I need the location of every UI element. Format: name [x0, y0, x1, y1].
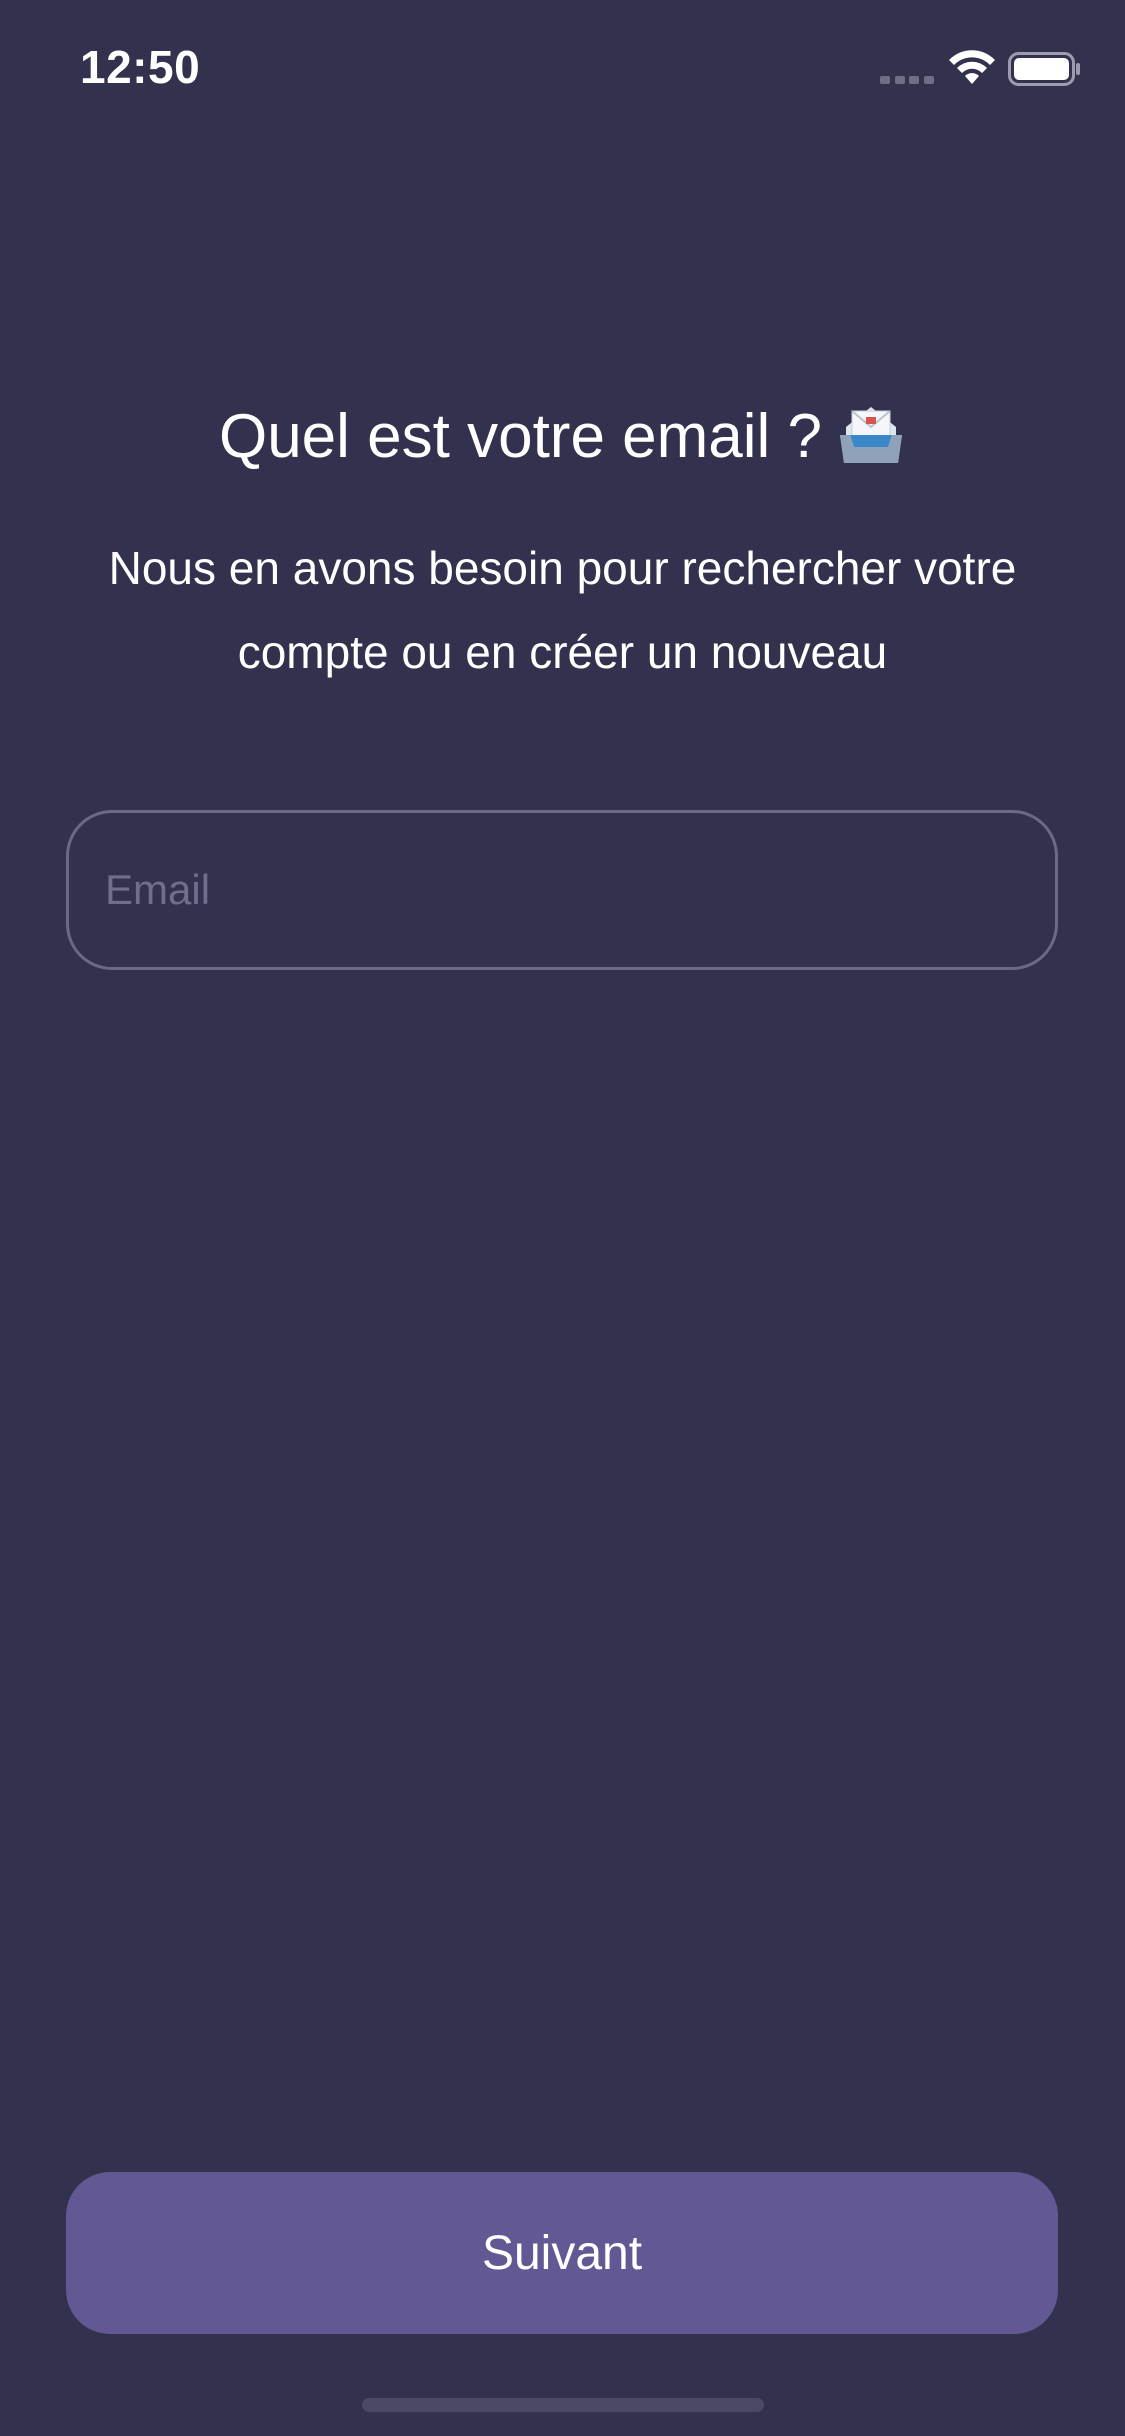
status-bar-time: 12:50 — [80, 41, 201, 93]
page-title-text: Quel est votre email ? — [218, 402, 823, 471]
next-button[interactable]: Suivant — [66, 2172, 1058, 2334]
battery-icon — [1008, 52, 1080, 86]
wifi-icon — [949, 50, 995, 84]
email-onboarding-screen: 12:50 Quel est votre email ? Nous en avo… — [0, 0, 1125, 2436]
page-subtitle: Nous en avons besoin pour rechercher vot… — [108, 542, 1017, 678]
home-indicator[interactable] — [362, 2398, 764, 2412]
email-field[interactable] — [66, 810, 1058, 970]
page-title: Quel est votre email ? — [0, 392, 1125, 482]
cellular-signal-icon — [880, 76, 934, 84]
inbox-tray-envelope-icon — [840, 407, 903, 463]
